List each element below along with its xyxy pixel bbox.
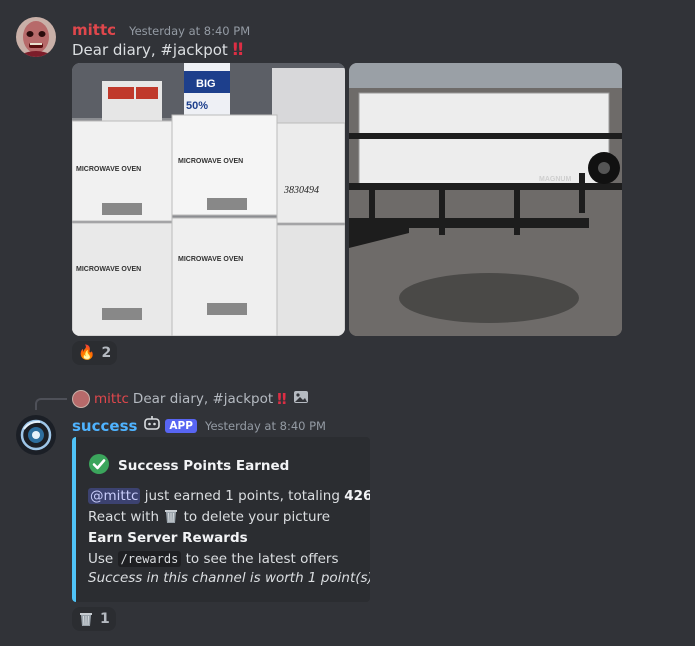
reply-preview[interactable]: mittc Dear diary, #jackpot ‼ [72, 389, 695, 409]
reaction-fire[interactable]: 🔥 2 [72, 341, 118, 365]
wastebasket-icon [163, 508, 179, 529]
fire-icon: 🔥 [78, 345, 96, 361]
check-mark-icon [88, 453, 110, 479]
handwritten-number: 3830494 [283, 185, 319, 196]
user-mention[interactable]: @mittc [88, 488, 141, 504]
avatar-mittc[interactable] [16, 17, 56, 57]
reply-text: Dear diary, #jackpot [132, 391, 274, 407]
app-badge: APP [165, 419, 197, 433]
embed-field-value: Use /rewards to see the latest offers Su… [88, 550, 370, 588]
points-total: 426 [344, 488, 370, 504]
embed-accent-bar [72, 437, 76, 602]
attachment-image-boxes[interactable]: BIG 50% MICROWAVE OVEN MICROWAVE OVEN MI… [72, 63, 345, 336]
box-label: MICROWAVE OVEN [76, 266, 141, 273]
timestamp[interactable]: Yesterday at 8:40 PM [129, 24, 250, 38]
author-name[interactable]: success [72, 417, 137, 435]
field-pre: Use [88, 551, 118, 567]
reply-avatar [72, 390, 90, 408]
tag-big-text: BIG [196, 78, 216, 90]
box-label: MICROWAVE OVEN [178, 256, 243, 263]
double-exclamation-icon: ‼ [277, 390, 287, 408]
embed-line2-pre: React with [88, 509, 164, 525]
image-icon [293, 389, 309, 409]
embed-title: Success Points Earned [118, 458, 290, 474]
embed-field-name: Earn Server Rewards [88, 530, 248, 546]
reply-connector [35, 398, 67, 410]
embed-line1: just earned 1 points, totaling [140, 488, 345, 504]
avatar-success-bot[interactable] [16, 415, 56, 455]
box-label: MICROWAVE OVEN [76, 166, 141, 173]
double-exclamation-icon: ‼ [232, 40, 244, 60]
field-italic: Success in this channel is worth 1 point… [88, 570, 370, 586]
reaction-wastebasket[interactable]: 1 [72, 607, 116, 631]
reply-author[interactable]: mittc [94, 391, 129, 407]
trailer-brand-text: MAGNUM [539, 176, 571, 183]
attachment-image-trailer[interactable]: MAGNUM [349, 63, 622, 336]
tag-percent-text: 50% [186, 100, 208, 112]
embed-card: Success Points Earned @mittc just earned… [72, 437, 370, 602]
wastebasket-icon [78, 611, 94, 627]
embed-title-row: Success Points Earned [88, 453, 289, 479]
box-label: MICROWAVE OVEN [178, 158, 243, 165]
author-name[interactable]: mittc [72, 21, 116, 39]
embed-line2-post: to delete your picture [183, 509, 331, 525]
bot-icon [143, 416, 161, 436]
rewards-command: /rewards [117, 551, 182, 567]
embed-description: @mittc just earned 1 points, totaling 42… [88, 485, 370, 529]
message-text: Dear diary, #jackpot [72, 41, 228, 59]
timestamp[interactable]: Yesterday at 8:40 PM [205, 419, 326, 433]
reaction-count: 1 [100, 611, 110, 627]
message-text-row: Dear diary, #jackpot ‼ [72, 40, 695, 60]
reaction-count: 2 [101, 345, 112, 361]
field-post: to see the latest offers [181, 551, 339, 567]
